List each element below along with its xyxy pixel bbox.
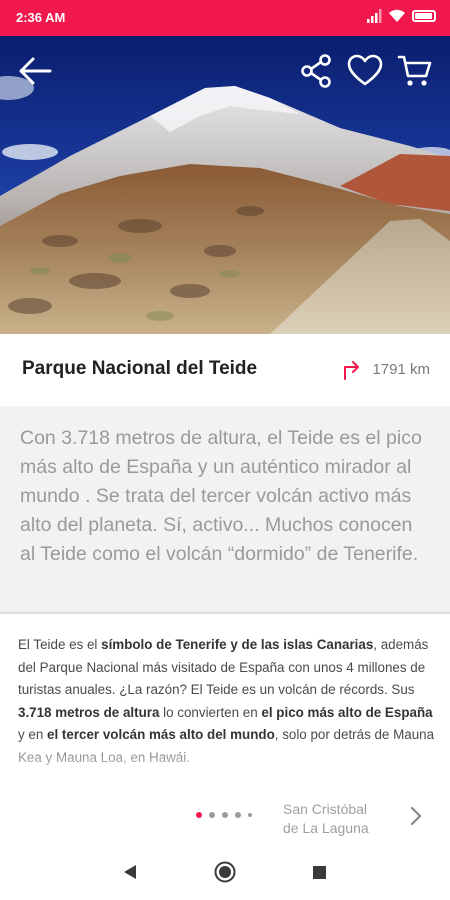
page-dot-active bbox=[196, 812, 202, 818]
place-title: Parque Nacional del Teide bbox=[22, 358, 258, 379]
status-bar: 2:36 AM bbox=[0, 0, 450, 36]
page-dot bbox=[209, 812, 215, 818]
next-place-line1: San Cristóbal bbox=[283, 801, 368, 817]
nav-back-icon[interactable] bbox=[123, 864, 137, 880]
share-icon bbox=[301, 54, 331, 88]
system-nav-bar bbox=[0, 846, 450, 900]
turn-right-arrow-icon bbox=[344, 361, 360, 380]
intro-section: Con 3.718 metros de altura, el Teide es … bbox=[0, 406, 450, 614]
cart-button[interactable] bbox=[396, 52, 434, 90]
favorite-button[interactable] bbox=[346, 52, 384, 90]
intro-text: Con 3.718 metros de altura, el Teide es … bbox=[20, 427, 422, 565]
share-button[interactable] bbox=[298, 52, 336, 90]
pager: San Cristóbal de La Laguna bbox=[0, 786, 450, 846]
page-indicator bbox=[196, 812, 252, 818]
battery-icon bbox=[412, 10, 436, 22]
wifi-icon bbox=[389, 9, 405, 22]
cart-icon bbox=[397, 55, 432, 86]
heart-icon bbox=[347, 54, 383, 86]
back-arrow-icon bbox=[19, 57, 52, 85]
distance-value: 1791 km bbox=[372, 360, 430, 378]
distance-info[interactable]: 1791 km bbox=[342, 358, 430, 380]
place-header: Parque Nacional del Teide 1791 km bbox=[0, 334, 450, 406]
chevron-right-icon[interactable] bbox=[410, 806, 422, 826]
text-fade-overlay bbox=[0, 736, 450, 786]
nav-home-icon[interactable] bbox=[214, 861, 236, 883]
status-time: 2:36 AM bbox=[16, 10, 66, 25]
nav-recent-apps-icon[interactable] bbox=[313, 866, 326, 879]
status-icons bbox=[366, 9, 436, 23]
back-button[interactable] bbox=[16, 52, 54, 90]
signal-icon bbox=[367, 9, 382, 23]
next-place-link[interactable]: San Cristóbal de La Laguna bbox=[283, 800, 393, 838]
hero-image bbox=[0, 36, 450, 334]
next-place-line2: de La Laguna bbox=[283, 820, 369, 836]
page-dot bbox=[235, 812, 241, 818]
page-dot bbox=[248, 813, 252, 817]
page-dot bbox=[222, 812, 228, 818]
